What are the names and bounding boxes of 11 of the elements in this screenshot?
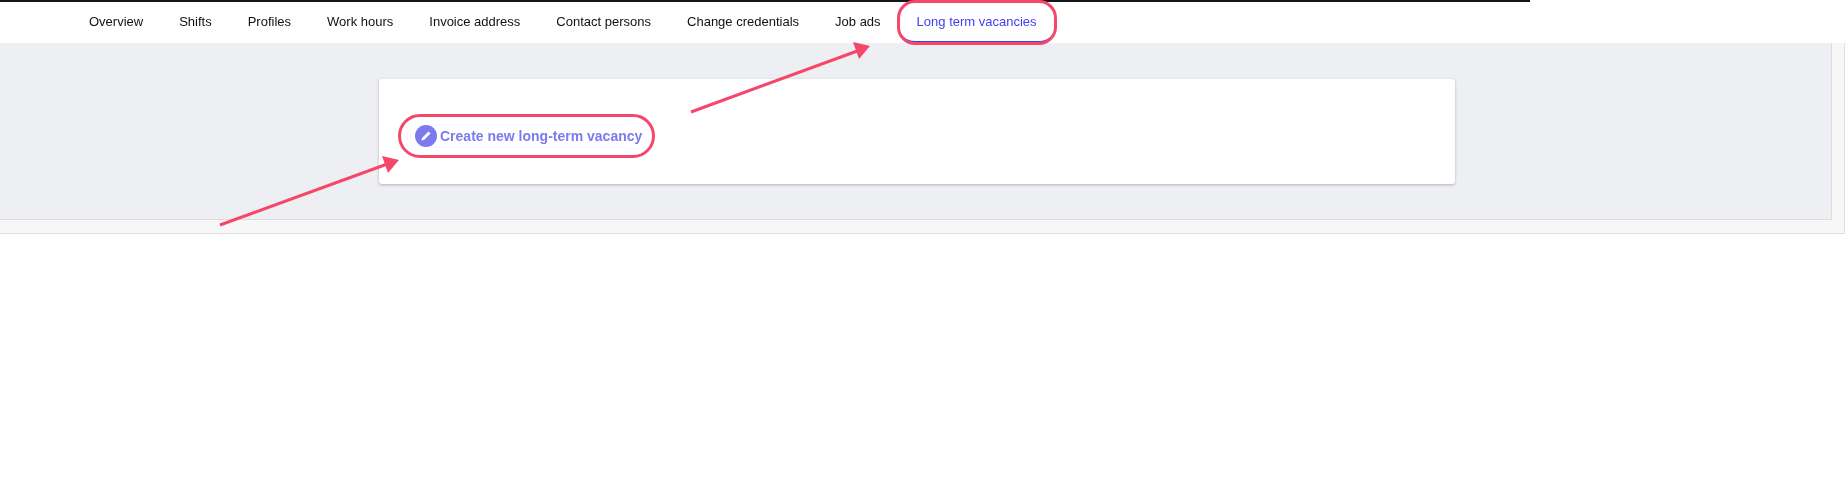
tab[interactable]: Shifts: [161, 2, 230, 43]
tab[interactable]: Overview: [71, 2, 162, 43]
tab[interactable]: Profiles: [229, 2, 310, 43]
create-vacancy-button[interactable]: Create new long-term vacancy: [401, 117, 653, 155]
pencil-icon: [415, 125, 437, 147]
tab[interactable]: Job ads: [817, 2, 899, 43]
tab[interactable]: Long term vacancies: [898, 2, 1055, 43]
tab[interactable]: Change credentials: [669, 2, 818, 43]
tab[interactable]: Work hours: [309, 2, 412, 43]
tab[interactable]: Invoice address: [411, 2, 539, 43]
tab[interactable]: Contact persons: [538, 2, 670, 43]
